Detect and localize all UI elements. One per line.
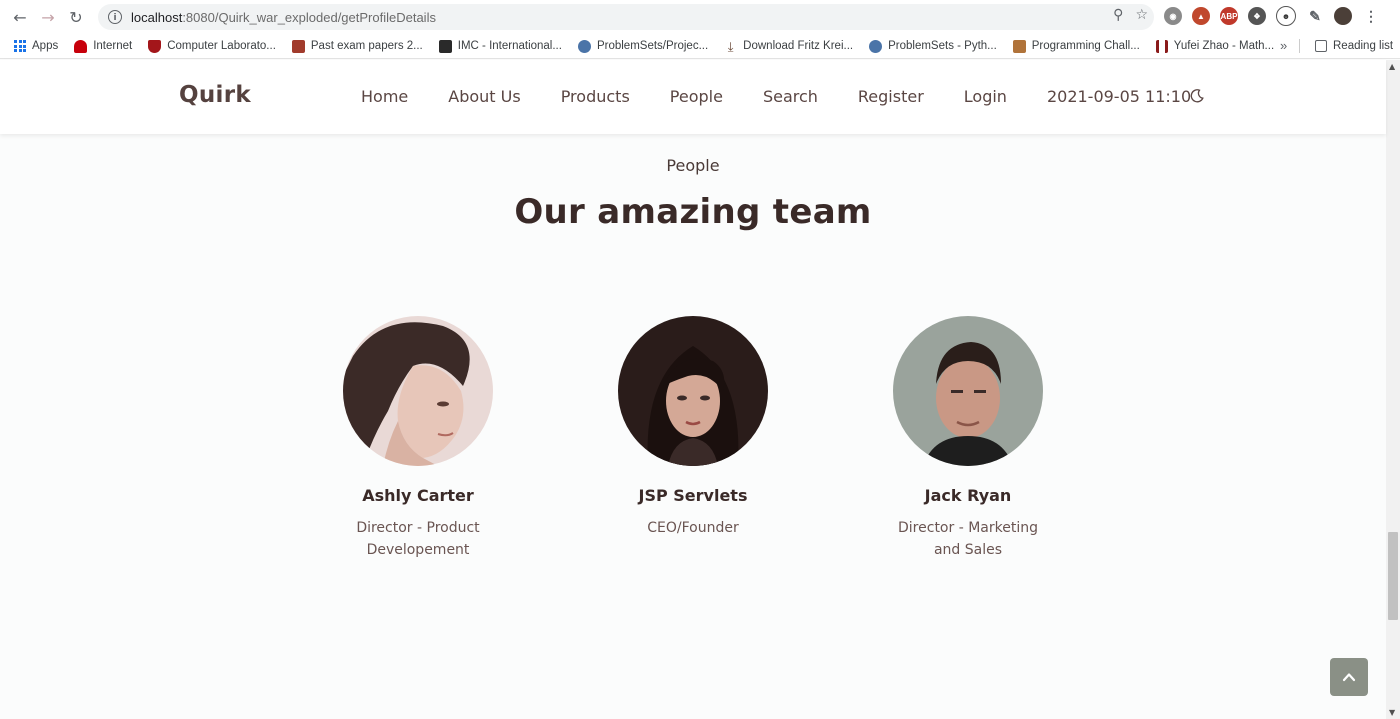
member-name: Jack Ryan	[924, 486, 1012, 505]
moon-icon[interactable]	[1189, 88, 1205, 104]
back-arrow-icon[interactable]: ←	[6, 3, 34, 31]
python-icon	[869, 39, 883, 53]
url-text[interactable]: localhost:8080/Quirk_war_exploded/getPro…	[131, 10, 436, 25]
huawei-icon	[74, 39, 88, 53]
info-icon[interactable]: i	[108, 10, 122, 24]
portrait-woman-profile-icon	[343, 316, 493, 466]
page-scrollbar[interactable]: ▲ ▼	[1386, 60, 1400, 719]
nav-home[interactable]: Home	[361, 87, 408, 106]
nav-about-us[interactable]: About Us	[448, 87, 520, 106]
imc-icon	[438, 39, 452, 53]
team-member-card: JSP Servlets CEO/Founder	[556, 316, 831, 561]
site-logo[interactable]: Quirk	[179, 82, 251, 108]
section-title: Our amazing team	[514, 192, 872, 232]
bookmark-problemsets-projects[interactable]: ProblemSets/Projec...	[570, 39, 716, 53]
team-member-card: Jack Ryan Director - Marketing and Sales	[831, 316, 1106, 561]
avatar	[343, 316, 493, 466]
bookmark-internet[interactable]: Internet	[66, 39, 140, 53]
cambridge-shield-icon	[148, 39, 162, 53]
python-icon	[577, 39, 591, 53]
portrait-man-icon	[893, 316, 1043, 466]
nav-register[interactable]: Register	[858, 87, 924, 106]
download-icon: ⤓	[727, 38, 734, 54]
reading-list-button[interactable]: Reading list	[1307, 34, 1400, 58]
bookmark-programming-challenges[interactable]: Programming Chall...	[1005, 39, 1148, 53]
member-role: Director - Product Developement	[356, 520, 480, 558]
date-time-display: 2021-09-05 11:10	[1046, 87, 1192, 106]
cat-extension-icon[interactable]: ☻	[1276, 6, 1296, 26]
scroll-down-arrow-icon[interactable]: ▼	[1389, 708, 1395, 717]
bookmark-star-icon[interactable]: ☆	[1135, 7, 1148, 23]
apps-grid-icon	[14, 40, 26, 52]
mit-icon	[1155, 39, 1168, 53]
reading-list-icon	[1315, 40, 1327, 52]
bookmark-apps[interactable]: Apps	[6, 40, 66, 52]
site-header: Quirk Home About Us Products People Sear…	[0, 60, 1386, 134]
bookmark-computer-laboratory[interactable]: Computer Laborato...	[140, 39, 284, 53]
bookmark-imc[interactable]: IMC - International...	[431, 39, 570, 53]
member-role: Director - Marketing and Sales	[898, 520, 1038, 558]
zoom-icon[interactable]: ⚲	[1113, 7, 1123, 23]
chevron-up-icon	[1342, 673, 1356, 682]
reload-icon[interactable]: ↻	[62, 3, 90, 31]
scroll-up-arrow-icon[interactable]: ▲	[1389, 62, 1395, 71]
member-name: Ashly Carter	[362, 486, 474, 505]
bookmark-yufei-zhao[interactable]: Yufei Zhao - Math...	[1148, 39, 1282, 53]
menu-kebab-icon[interactable]: ⋮	[1362, 7, 1380, 25]
camera-extension-icon[interactable]: ◉	[1164, 7, 1182, 25]
member-role: CEO/Founder	[647, 520, 739, 536]
back-to-top-button[interactable]	[1330, 658, 1368, 696]
team-list: Ashly Carter Director - Product Develope…	[0, 316, 1386, 561]
browser-toolbar: ← → ↻ i localhost:8080/Quirk_war_explode…	[0, 0, 1400, 34]
profile-avatar-icon[interactable]	[1334, 7, 1352, 25]
cambridge-icon	[291, 39, 305, 53]
avatar	[618, 316, 768, 466]
extension-red-icon[interactable]: ▲	[1192, 7, 1210, 25]
globe-extension-icon[interactable]: ❖	[1248, 7, 1266, 25]
nav-login[interactable]: Login	[964, 87, 1007, 106]
avatar	[893, 316, 1043, 466]
bookmark-problemsets-python[interactable]: ProblemSets - Pyth...	[861, 39, 1005, 53]
forward-arrow-icon[interactable]: →	[34, 3, 62, 31]
bookmark-download-fritz[interactable]: ⤓ Download Fritz Krei...	[716, 40, 861, 53]
scrollbar-thumb[interactable]	[1388, 532, 1398, 620]
section-kicker: People	[666, 156, 720, 175]
portrait-woman-dark-hair-icon	[618, 316, 768, 466]
bookmarks-divider	[1299, 39, 1300, 53]
java-icon	[1012, 39, 1026, 53]
nav-people[interactable]: People	[670, 87, 723, 106]
nav-search[interactable]: Search	[763, 87, 818, 106]
more-bookmarks-chevron-icon[interactable]: »	[1280, 38, 1287, 53]
member-name: JSP Servlets	[638, 486, 748, 505]
bookmark-past-exam-papers[interactable]: Past exam papers 2...	[284, 39, 431, 53]
adblock-plus-icon[interactable]: ABP	[1220, 7, 1238, 25]
bookmarks-bar: Apps Internet Computer Laborato... Past …	[0, 34, 1400, 59]
team-member-card: Ashly Carter Director - Product Develope…	[281, 316, 556, 561]
nav-products[interactable]: Products	[561, 87, 630, 106]
main-nav: Home About Us Products People Search Reg…	[361, 87, 1191, 106]
address-bar[interactable]: i localhost:8080/Quirk_war_exploded/getP…	[98, 4, 1154, 30]
puzzle-extensions-icon[interactable]: ✎	[1306, 7, 1324, 25]
